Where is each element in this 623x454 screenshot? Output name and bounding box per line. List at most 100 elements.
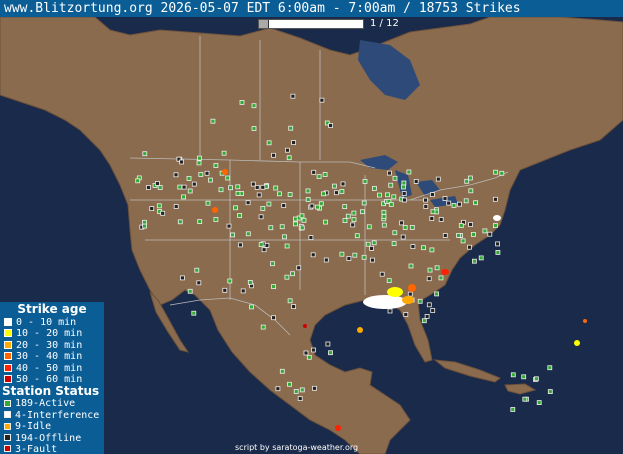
station-marker bbox=[424, 313, 430, 319]
station-marker bbox=[271, 315, 277, 321]
animation-progress-fill bbox=[259, 20, 269, 28]
station-marker bbox=[226, 223, 232, 229]
station-marker bbox=[434, 265, 440, 271]
station-marker bbox=[495, 241, 501, 247]
map-legend: Strike age 0 - 10 min 10 - 20 min 20 - 30 … bbox=[0, 302, 104, 454]
station-status-row: 194-Offline bbox=[0, 433, 104, 444]
station-marker bbox=[235, 190, 241, 196]
station-marker bbox=[381, 222, 387, 228]
station-marker bbox=[371, 240, 377, 246]
station-marker bbox=[221, 150, 227, 156]
station-marker bbox=[207, 177, 213, 183]
strike-age-swatch bbox=[4, 352, 12, 361]
station-marker bbox=[271, 152, 277, 158]
station-marker bbox=[149, 206, 155, 212]
station-status-label: 3-Fault bbox=[15, 443, 58, 454]
strike-cluster bbox=[408, 284, 416, 292]
station-marker bbox=[258, 214, 264, 220]
station-marker bbox=[427, 267, 433, 273]
frame-counter: 1 / 12 bbox=[370, 18, 399, 29]
station-marker bbox=[299, 387, 305, 393]
station-marker bbox=[284, 274, 290, 280]
station-marker bbox=[196, 160, 202, 166]
station-status-label: 9-Idle bbox=[15, 421, 52, 433]
script-credit: script by saratoga-weather.org bbox=[235, 443, 359, 452]
station-marker bbox=[281, 203, 287, 209]
station-status-swatch bbox=[4, 411, 11, 419]
station-marker bbox=[346, 256, 352, 261]
station-marker bbox=[305, 188, 311, 194]
station-marker bbox=[187, 188, 193, 194]
map-title: www.Blitzortung.org 2026-05-07 EDT 6:00a… bbox=[4, 1, 521, 16]
station-marker bbox=[270, 261, 275, 267]
station-marker bbox=[361, 200, 367, 206]
station-marker bbox=[303, 350, 309, 356]
station-marker bbox=[495, 249, 501, 255]
station-marker bbox=[292, 216, 298, 222]
station-marker bbox=[470, 231, 476, 237]
station-marker bbox=[301, 217, 307, 223]
strike-age-row: 20 - 30 min bbox=[0, 340, 104, 351]
station-marker bbox=[282, 234, 287, 240]
station-marker bbox=[310, 252, 316, 258]
station-marker bbox=[352, 252, 358, 258]
station-marker bbox=[181, 194, 187, 200]
station-marker bbox=[260, 184, 266, 190]
station-marker bbox=[386, 170, 392, 176]
station-marker bbox=[482, 228, 488, 234]
station-marker bbox=[191, 181, 197, 187]
station-marker bbox=[400, 234, 406, 240]
station-marker bbox=[260, 324, 266, 330]
station-marker bbox=[429, 192, 435, 198]
station-status-row: 189-Active bbox=[0, 398, 104, 409]
strike-age-label: 10 - 20 min bbox=[16, 328, 83, 340]
station-marker bbox=[463, 198, 469, 204]
station-marker bbox=[438, 217, 444, 222]
station-marker bbox=[473, 200, 479, 206]
strike-age-label: 40 - 50 min bbox=[16, 362, 83, 374]
station-marker bbox=[362, 178, 368, 184]
strike-age-label: 0 - 10 min bbox=[16, 317, 77, 328]
station-marker bbox=[177, 184, 183, 190]
station-marker bbox=[299, 213, 305, 219]
station-marker bbox=[421, 318, 427, 324]
station-marker bbox=[297, 396, 303, 402]
station-marker bbox=[499, 170, 505, 176]
station-marker bbox=[391, 241, 397, 247]
station-marker bbox=[260, 205, 266, 211]
station-marker bbox=[451, 202, 457, 208]
station-marker bbox=[308, 235, 314, 241]
strike-age-swatch bbox=[4, 374, 12, 383]
strike-cluster bbox=[222, 169, 228, 175]
station-marker bbox=[288, 125, 294, 131]
station-marker bbox=[276, 191, 282, 197]
station-marker bbox=[547, 389, 553, 395]
station-marker bbox=[318, 201, 324, 207]
station-marker bbox=[287, 192, 293, 197]
station-marker bbox=[435, 176, 441, 182]
station-marker bbox=[197, 155, 202, 161]
station-marker bbox=[271, 284, 277, 290]
strike-cluster bbox=[363, 295, 407, 309]
station-marker bbox=[135, 178, 141, 184]
station-marker bbox=[381, 214, 387, 219]
station-marker bbox=[407, 291, 413, 297]
station-marker bbox=[291, 304, 297, 310]
station-marker bbox=[458, 223, 464, 228]
station-marker bbox=[173, 172, 179, 178]
station-marker bbox=[296, 265, 302, 271]
station-marker bbox=[279, 368, 285, 374]
station-marker bbox=[403, 312, 409, 317]
station-marker bbox=[339, 188, 345, 194]
station-marker bbox=[521, 374, 527, 380]
station-marker bbox=[179, 275, 185, 281]
station-marker bbox=[205, 200, 211, 206]
station-marker bbox=[365, 241, 371, 247]
station-marker bbox=[316, 174, 322, 180]
station-marker bbox=[173, 204, 179, 209]
station-marker bbox=[293, 388, 299, 394]
station-marker bbox=[142, 151, 148, 157]
animation-progress-bar[interactable] bbox=[258, 19, 364, 29]
station-marker bbox=[536, 400, 542, 406]
station-marker bbox=[366, 224, 372, 230]
